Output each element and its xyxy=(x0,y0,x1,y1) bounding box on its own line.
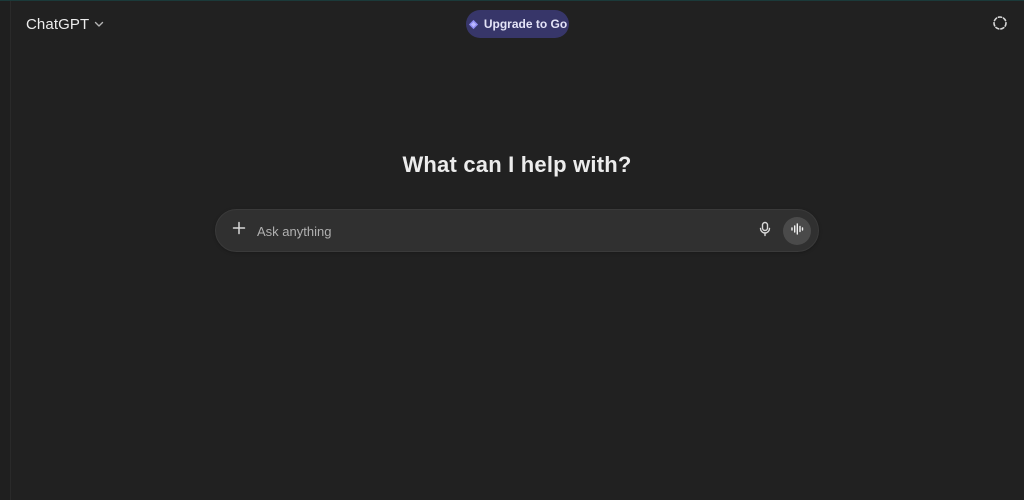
microphone-icon xyxy=(758,221,772,242)
voice-waveform-icon xyxy=(790,222,804,241)
upgrade-button[interactable]: Upgrade to Go xyxy=(466,10,569,38)
chevron-down-icon xyxy=(93,18,105,30)
model-selector-button[interactable]: ChatGPT xyxy=(20,11,111,37)
page-title: What can I help with? xyxy=(402,152,632,177)
diamond-icon xyxy=(468,19,479,30)
dashed-circle-icon xyxy=(992,15,1008,36)
sidebar-edge xyxy=(0,1,11,500)
plus-icon xyxy=(232,221,246,240)
model-name: ChatGPT xyxy=(26,15,90,33)
attach-button[interactable] xyxy=(226,218,251,243)
temporary-chat-button[interactable] xyxy=(988,13,1012,37)
prompt-input[interactable] xyxy=(257,220,737,242)
upgrade-label: Upgrade to Go xyxy=(483,17,568,31)
top-bar: ChatGPT Upgrade to Go xyxy=(0,1,1024,47)
voice-mode-button[interactable] xyxy=(783,217,811,245)
prompt-composer xyxy=(215,209,819,252)
dictate-button[interactable] xyxy=(754,220,776,242)
chat-app: ChatGPT Upgrade to Go What can I help wi… xyxy=(0,0,1024,500)
